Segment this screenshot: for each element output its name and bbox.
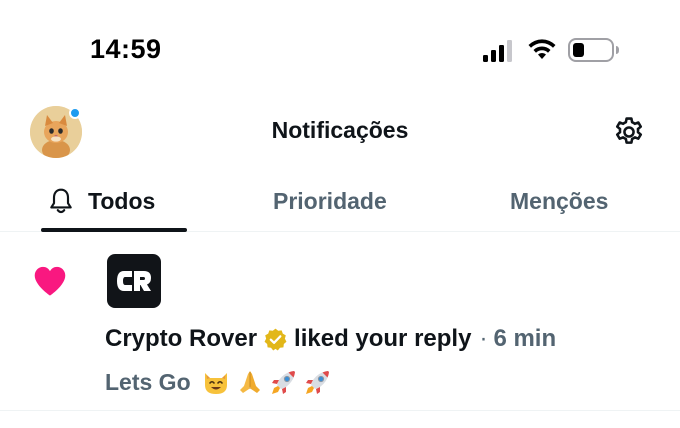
tab-label: Prioridade [273, 187, 387, 214]
tab-todos[interactable]: Todos [48, 170, 155, 232]
tab-label: Todos [88, 187, 156, 214]
status-bar: 14:59 [0, 0, 680, 100]
page-title: Notificações [271, 117, 409, 143]
wifi-icon [528, 39, 556, 59]
separator-dot: · [479, 325, 488, 352]
notification-time: 6 min [493, 325, 557, 352]
notification-tabs: Todos Prioridade Menções [0, 170, 680, 232]
header: Notificações [0, 100, 680, 165]
emoji-row [201, 367, 333, 397]
notification-item[interactable]: Crypto Rover liked your reply · 6 min Le… [0, 233, 680, 411]
cellular-signal-icon [483, 40, 512, 62]
active-tab-indicator [41, 228, 187, 232]
crypto-rover-avatar[interactable] [107, 254, 161, 308]
folded-hands-emoji-icon [239, 371, 260, 393]
rocket-emoji-icon [271, 371, 295, 394]
smiling-cat-emoji-icon [204, 373, 227, 394]
rocket-emoji-icon [305, 371, 329, 394]
tab-label: Menções [510, 187, 609, 214]
notification-action: liked your reply [294, 325, 472, 352]
tab-prioridade[interactable]: Prioridade [273, 170, 387, 232]
gear-icon [615, 117, 643, 144]
tab-mencoes[interactable]: Menções [510, 170, 608, 232]
battery-icon [568, 38, 619, 62]
heart-icon [34, 266, 66, 296]
bell-icon [50, 188, 72, 214]
notification-reply-text: Lets Go [105, 367, 333, 397]
status-time: 14:59 [90, 34, 162, 64]
verified-badge-icon [264, 328, 287, 350]
notification-username[interactable]: Crypto Rover [105, 325, 257, 353]
settings-button[interactable] [610, 113, 648, 151]
notification-summary: Crypto Rover liked your reply · 6 min [105, 325, 556, 353]
crypto-rover-logo-icon [117, 271, 151, 291]
reply-text: Lets Go [105, 368, 191, 395]
